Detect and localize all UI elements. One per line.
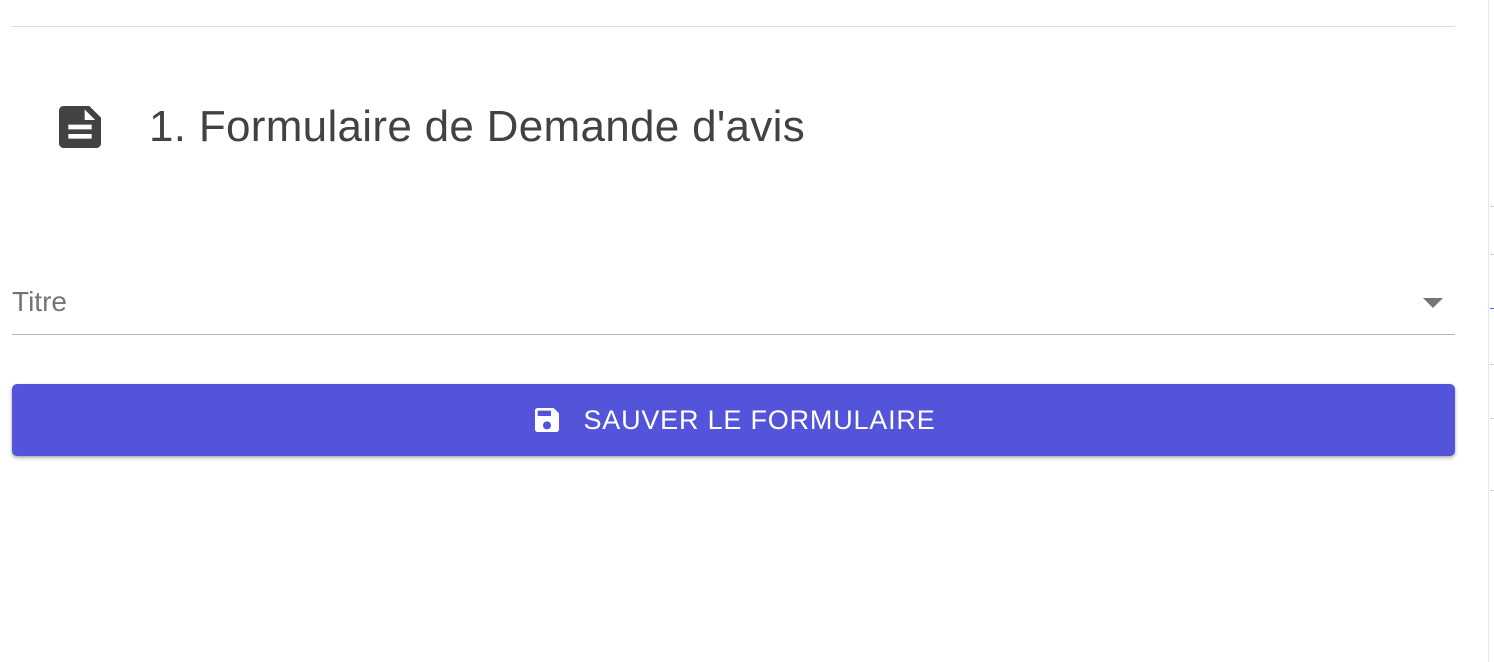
titre-select-label: Titre [12,286,67,317]
titre-select[interactable]: Titre [12,282,1455,335]
document-icon [59,106,101,148]
dropdown-arrow-icon[interactable] [1423,298,1443,308]
edge-divider [1490,254,1494,255]
save-icon [535,408,560,432]
edge-divider [1490,308,1494,309]
section-title: 1. Formulaire de Demande d'avis [149,102,806,151]
edge-divider [1490,418,1494,419]
top-divider [12,26,1455,27]
edge-divider [1490,364,1494,365]
edge-divider [1490,490,1494,491]
section-header: 1. Formulaire de Demande d'avis [52,98,805,156]
save-form-button-label: SAUVER LE FORMULAIRE [583,404,936,435]
right-panel-edge [1488,0,1494,662]
save-form-button[interactable]: SAUVER LE FORMULAIRE [12,384,1455,456]
form-page: 1. Formulaire de Demande d'avis Titre SA… [0,0,1494,662]
edge-divider [1490,206,1494,207]
